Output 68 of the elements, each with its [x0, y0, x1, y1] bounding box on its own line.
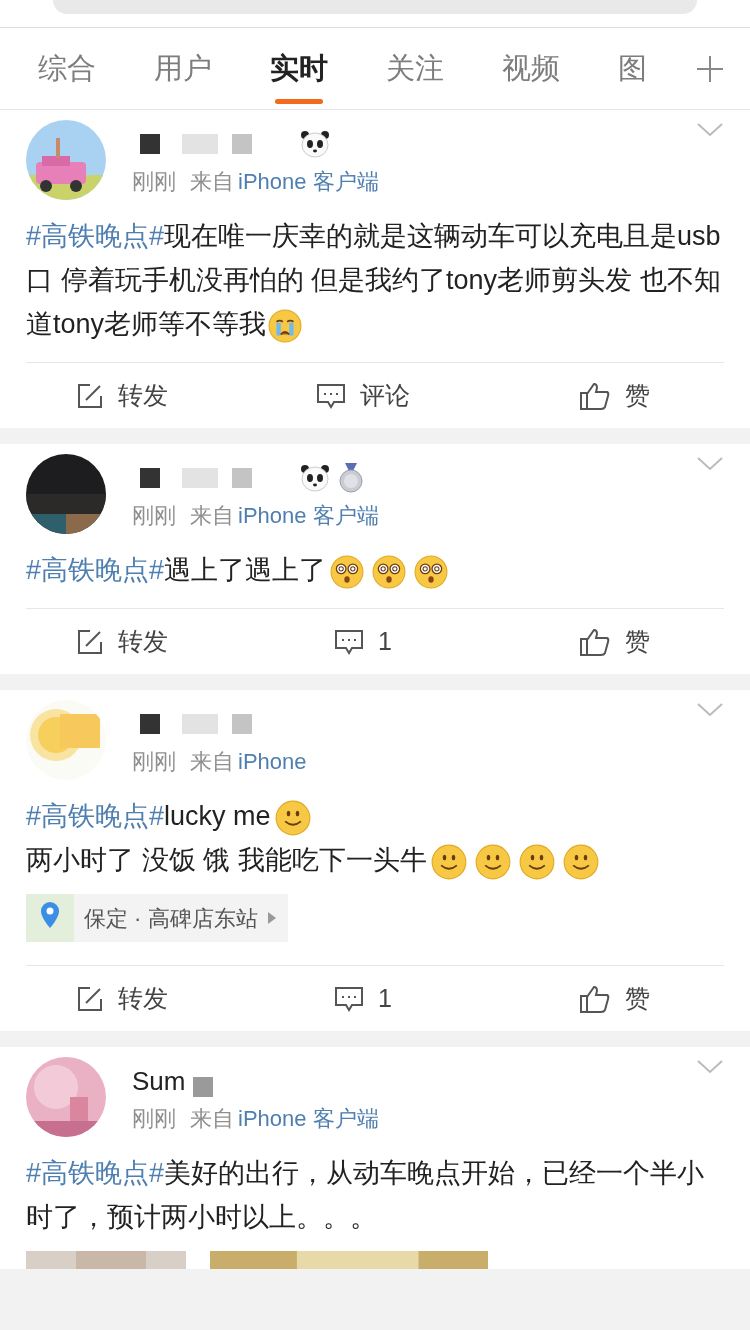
topic-link[interactable]: #高铁晚点# [26, 221, 165, 251]
dizzy-emoji-icon [330, 554, 365, 589]
post-text: #高铁晚点#lucky me [26, 794, 724, 838]
panda-icon [300, 464, 330, 492]
medal-icon [338, 463, 364, 493]
caret-right-icon [267, 912, 276, 924]
smile-emoji-icon [518, 843, 555, 880]
smile-emoji-icon [274, 799, 311, 836]
tab-indicator [275, 98, 323, 104]
repost-button[interactable]: 转发 [26, 609, 268, 674]
smile-emoji-icon [430, 843, 467, 880]
source-prefix: 来自 [190, 168, 234, 196]
pixelated-block-icon [193, 1077, 214, 1097]
smile-emoji-icon [562, 843, 599, 880]
source-prefix: 来自 [190, 502, 234, 530]
comment-button[interactable]: 评论 [267, 363, 459, 428]
edit-icon [76, 627, 104, 656]
plus-icon[interactable] [696, 55, 724, 83]
source-link[interactable]: iPhone 客户端 [238, 166, 379, 198]
tab[interactable]: 实时 [270, 27, 328, 110]
repost-button[interactable]: 转发 [26, 966, 268, 1031]
post-time: 刚刚 [132, 502, 176, 530]
post-text: #高铁晚点#美好的出行，从动车晚点开始，已经一个半小时了，预计两小时以上。。。 [26, 1157, 706, 1234]
post-text: #高铁晚点#现在唯一庆幸的就是这辆动车可以充电且是usb口 停着玩手机没再怕的 但是我约了tony老师剪头发 也不知道tony老师等不等我 [26, 214, 724, 346]
chevron-down-icon[interactable] [696, 122, 724, 138]
post-text: #高铁晚点#遇上了遇上了 [26, 548, 724, 592]
repost-button[interactable]: 转发 [26, 363, 268, 428]
smile-emoji-icon [474, 843, 511, 880]
chevron-down-icon[interactable] [696, 702, 724, 718]
thumbs-up-icon [579, 983, 611, 1014]
source-link[interactable]: iPhone 客户端 [238, 500, 379, 532]
chevron-down-icon[interactable] [696, 456, 724, 472]
tab[interactable]: 综合 [38, 27, 96, 110]
topic-link[interactable]: #高铁晚点# [26, 555, 165, 585]
comment-button[interactable]: 1 [267, 609, 459, 674]
tab[interactable]: 图 [618, 27, 647, 110]
location-pin-icon [26, 894, 74, 942]
topic-link[interactable]: #高铁晚点# [26, 1158, 165, 1188]
crying-emoji-icon [268, 308, 303, 343]
tab[interactable]: 视频 [502, 27, 560, 110]
thumbs-up-icon [579, 380, 611, 411]
thumbs-up-icon [579, 626, 611, 657]
like-button[interactable]: 赞 [458, 609, 724, 674]
dizzy-emoji-icon [414, 554, 449, 589]
tab[interactable]: 用户 [154, 27, 212, 110]
dizzy-emoji-icon [372, 554, 407, 589]
panda-icon [300, 130, 330, 158]
post-time: 刚刚 [132, 168, 176, 196]
comment-icon [316, 381, 346, 410]
comment-button[interactable]: 1 [267, 966, 459, 1031]
location-chip[interactable]: 保定 · 高碑店东站 [26, 894, 288, 942]
like-button[interactable]: 赞 [458, 966, 724, 1031]
source-link[interactable]: iPhone [238, 746, 307, 778]
topic-link[interactable]: #高铁晚点# [26, 801, 165, 831]
post-text: 两小时了 没饭 饿 我能吃下一头牛 [26, 838, 724, 882]
post-time: 刚刚 [132, 748, 176, 776]
edit-icon [76, 984, 104, 1013]
chevron-down-icon[interactable] [696, 1059, 724, 1075]
like-button[interactable]: 赞 [458, 363, 724, 428]
post-time: 刚刚 [132, 1105, 176, 1133]
comment-icon [334, 627, 365, 656]
tab[interactable]: 关注 [386, 27, 444, 110]
comment-icon [334, 984, 365, 1013]
source-link[interactable]: iPhone 客户端 [238, 1103, 379, 1135]
user-name[interactable]: Sum [132, 1068, 186, 1094]
source-prefix: 来自 [190, 1105, 234, 1133]
edit-icon [76, 381, 104, 410]
source-prefix: 来自 [190, 748, 234, 776]
